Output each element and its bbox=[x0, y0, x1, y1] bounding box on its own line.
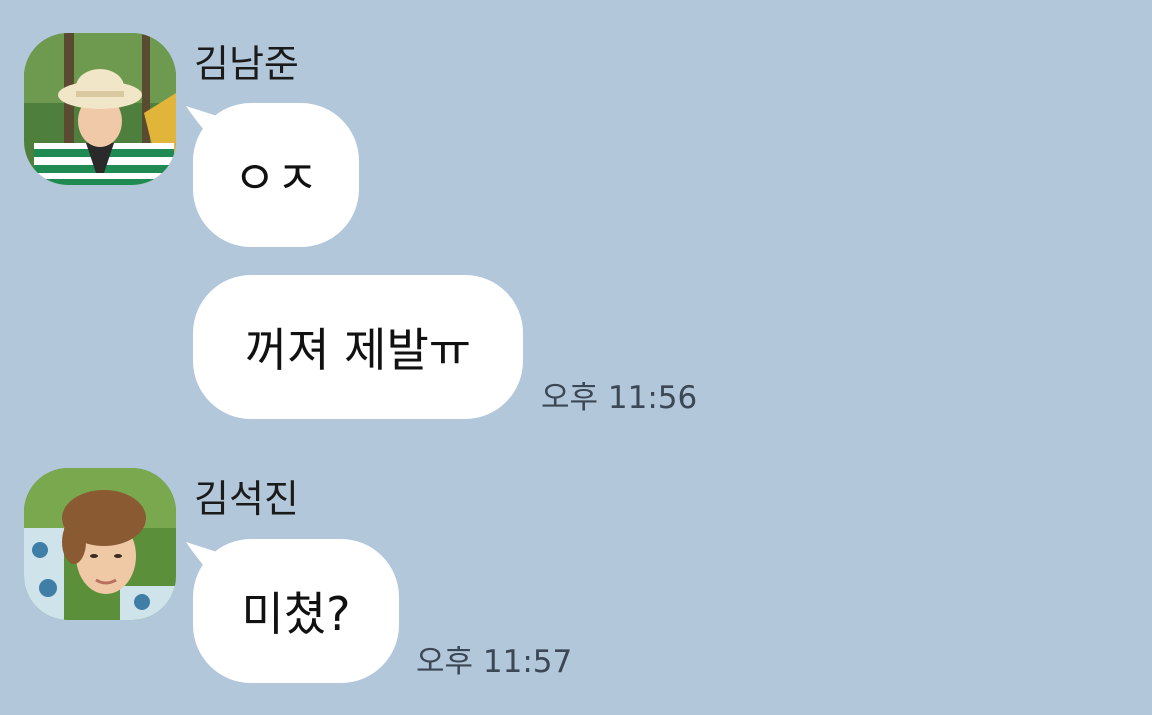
sender-avatar-seokjin[interactable] bbox=[24, 468, 176, 620]
message-timestamp: 오후 11:56 bbox=[541, 380, 698, 416]
chat-screen: { "conversation": { "background_color": … bbox=[0, 0, 1152, 715]
sender-avatar-namjoon[interactable] bbox=[24, 33, 176, 185]
message-text: ㅇㅈ bbox=[233, 151, 319, 205]
message-bubble[interactable]: ㅇㅈ bbox=[193, 103, 359, 247]
message-bubble[interactable]: 미쳤? bbox=[193, 539, 399, 683]
message-timestamp: 오후 11:57 bbox=[416, 644, 573, 680]
message-bubble[interactable]: 꺼져 제발ㅠ bbox=[193, 275, 523, 419]
sender-name: 김남준 bbox=[194, 42, 299, 86]
avatar-photo bbox=[24, 33, 176, 185]
sender-name: 김석진 bbox=[194, 477, 299, 521]
message-text: 미쳤? bbox=[241, 587, 351, 641]
avatar-photo bbox=[24, 468, 176, 620]
message-text: 꺼져 제발ㅠ bbox=[244, 323, 472, 377]
